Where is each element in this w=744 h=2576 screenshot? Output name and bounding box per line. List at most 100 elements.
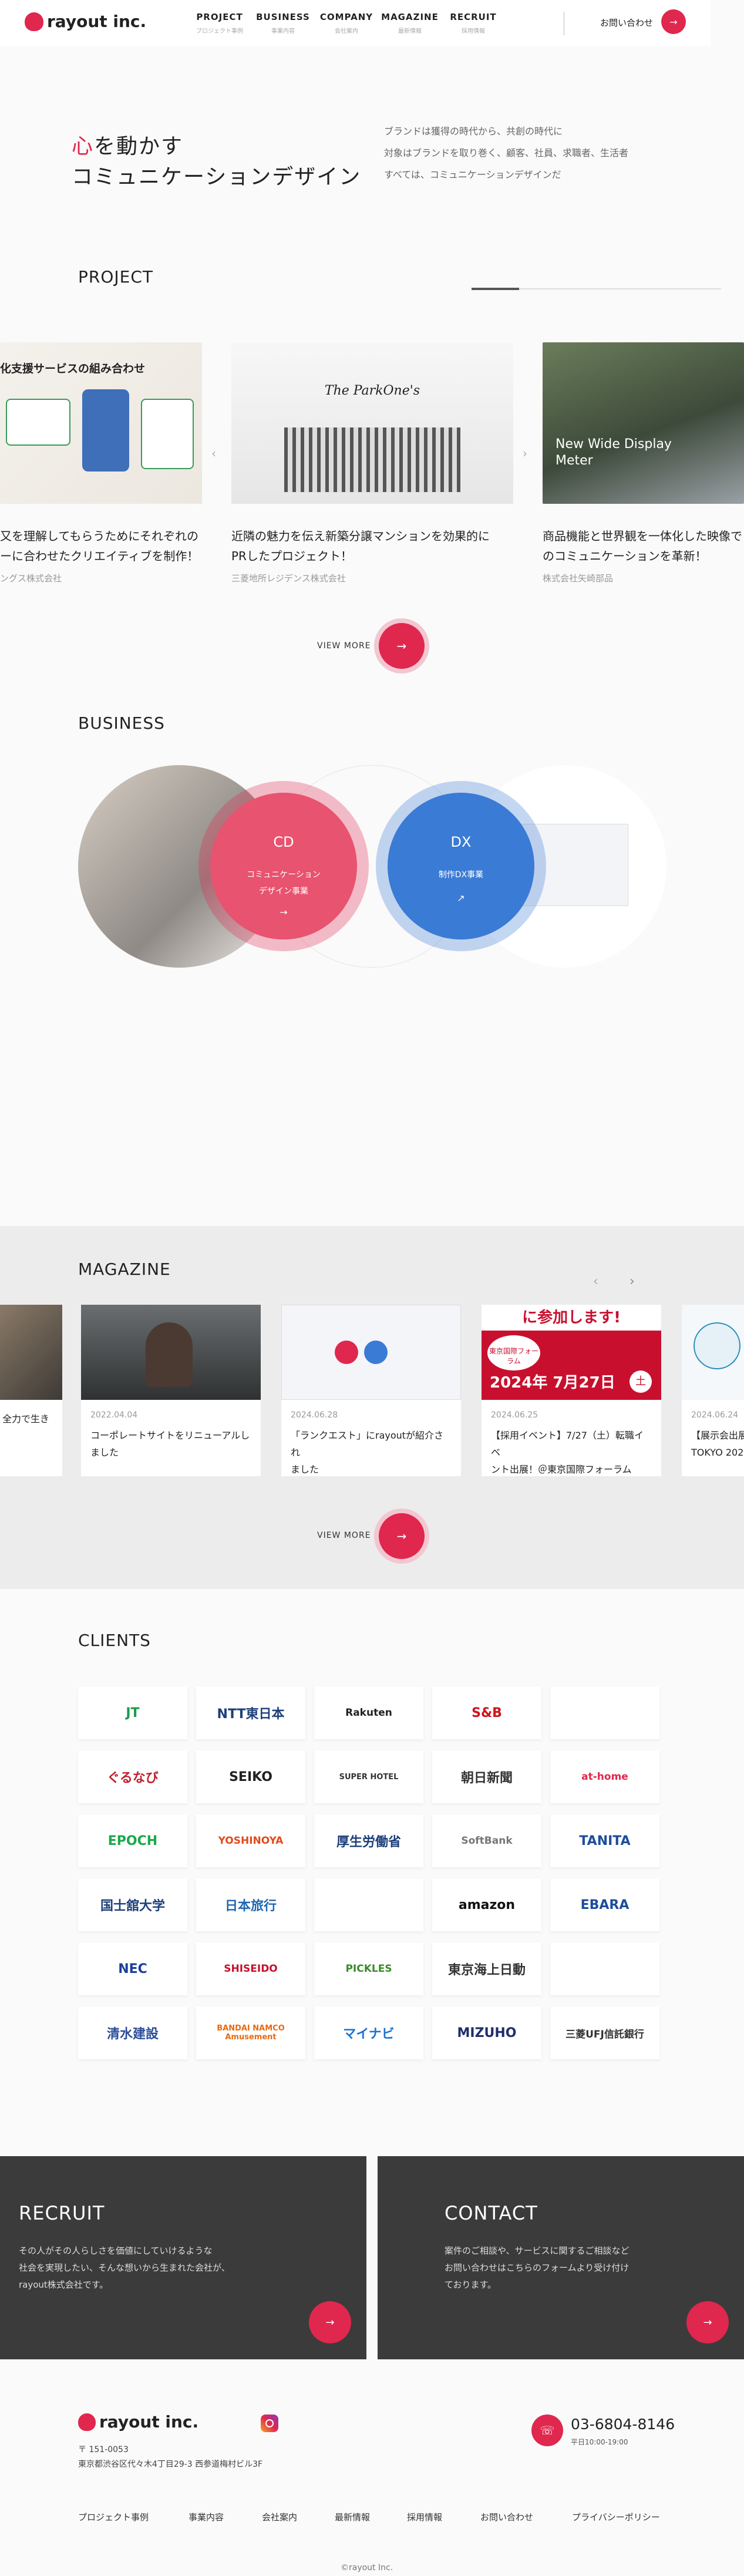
- magazine-card[interactable]: 全力で生き: [0, 1305, 62, 1476]
- instagram-icon[interactable]: [261, 2415, 278, 2432]
- nav-sublabel: 最新情報: [398, 28, 422, 35]
- title-line: コーポレートサイトをリニューアルし: [90, 1430, 250, 1441]
- header-contact-button[interactable]: →: [661, 9, 686, 34]
- external-link-icon: ↗: [457, 893, 465, 904]
- site-logo[interactable]: rayout inc.: [25, 12, 146, 31]
- client-logo: 朝日新聞: [432, 1750, 541, 1803]
- caption-line: 又を理解してもらうためにそれぞれの: [0, 529, 198, 543]
- title-line: ました: [291, 1464, 319, 1475]
- magazine-card[interactable]: に参加します! 東京国際フォーラム 2024年 7月27日 土 2024.06.…: [482, 1305, 661, 1476]
- client-logo: Rakuten: [314, 1686, 423, 1739]
- project-card[interactable]: The ParkOne's: [231, 342, 513, 504]
- project-caption: 近隣の魅力を伝え新築分譲マンションを効果的に PRしたプロジェクト！: [231, 526, 519, 566]
- nav-item-project[interactable]: PROJECT プロジェクト事例: [188, 12, 251, 35]
- client-logo: BANDAI NAMCO Amusement: [196, 2006, 305, 2059]
- nav-item-magazine[interactable]: MAGAZINE 最新情報: [378, 12, 442, 35]
- nav-label: COMPANY: [319, 12, 373, 22]
- magazine-next-arrow-icon[interactable]: ›: [629, 1274, 635, 1289]
- project-view-more-button[interactable]: →: [379, 623, 425, 669]
- next-slide-arrow-icon[interactable]: ›: [523, 446, 527, 460]
- recruit-arrow-button[interactable]: →: [309, 2301, 351, 2343]
- header-contact-link[interactable]: お問い合わせ: [600, 16, 653, 29]
- project-thumbnail: 化支援サービスの組み合わせ: [0, 342, 202, 504]
- footer-link[interactable]: お問い合わせ: [480, 2511, 533, 2523]
- recruit-title: RECRUIT: [19, 2202, 105, 2224]
- project-caption: 商品機能と世界観を一体化した映像で のコミュニケーションを革新！: [543, 526, 744, 566]
- footer-link[interactable]: 採用情報: [407, 2511, 442, 2523]
- dx-abbr: DX: [450, 834, 472, 850]
- client-logo: EPOCH: [78, 1814, 187, 1867]
- caption-line: 近隣の魅力を伝え新築分譲マンションを効果的に: [231, 529, 490, 543]
- event-banner-heading: に参加します!: [482, 1305, 661, 1331]
- prev-slide-arrow-icon[interactable]: ‹: [211, 446, 216, 460]
- contact-arrow-button[interactable]: →: [686, 2301, 729, 2343]
- footer-link[interactable]: 最新情報: [335, 2511, 370, 2523]
- recruit-panel[interactable]: RECRUIT その人がその人らしさを価値にしていけるような 社会を実現したい、そ…: [0, 2156, 366, 2359]
- project-view-more-label[interactable]: VIEW MORE: [317, 641, 371, 651]
- project-section-title: PROJECT: [78, 267, 153, 287]
- footer-zip: 〒 151-0053: [78, 2445, 129, 2454]
- cd-name: コミュニケーション デザイン事業: [210, 867, 357, 900]
- nav-sublabel: 会社案内: [335, 28, 358, 35]
- project-thumbnail: The ParkOne's: [231, 342, 513, 504]
- graphic-circle: [693, 1322, 740, 1369]
- footer-phone[interactable]: 03-6804-8146: [571, 2416, 675, 2433]
- magazine-thumbnail: [281, 1305, 461, 1400]
- client-logo: SEIKO: [196, 1750, 305, 1803]
- hero-heading-line1: 心を動かす: [72, 129, 183, 160]
- magazine-date: 2024.06.24: [691, 1410, 739, 1420]
- project-card[interactable]: 化支援サービスの組み合わせ: [0, 342, 202, 504]
- footer-link[interactable]: 事業内容: [188, 2511, 224, 2523]
- title-line: 「ランクエスト」にrayoutが紹介され: [291, 1430, 444, 1458]
- business-dx-button[interactable]: DX 制作DX事業 ↗: [388, 793, 534, 940]
- nav-item-company[interactable]: COMPANY 会社案内: [315, 12, 378, 35]
- footer-link[interactable]: プロジェクト事例: [78, 2511, 149, 2523]
- nav-label: RECRUIT: [450, 12, 497, 22]
- hero-description: ブランドは獲得の時代から、共創の時代に 対象はブランドを取り巻く、顧客、社員、求…: [384, 120, 713, 186]
- arrow-right-icon: →: [396, 1529, 407, 1543]
- title-line: 全力で生き: [2, 1413, 50, 1425]
- client-logo: 三菱UFJ信託銀行: [550, 2006, 659, 2059]
- project-card[interactable]: New Wide Display Meter: [543, 342, 744, 504]
- desc-line: rayout株式会社です。: [19, 2279, 109, 2290]
- event-date: 2024年 7月27日: [490, 1374, 615, 1392]
- nav-sublabel: プロジェクト事例: [196, 28, 243, 35]
- title-line: TOKYO 2024: [691, 1447, 744, 1458]
- magazine-card[interactable]: 2024.06.24 【展示会出展 TOKYO 2024: [682, 1305, 744, 1476]
- client-logo: at-home: [550, 1750, 659, 1803]
- client-logo: [314, 1878, 423, 1931]
- graphic-box: [141, 399, 194, 469]
- magazine-view-more-button[interactable]: →: [379, 1513, 425, 1559]
- magazine-prev-arrow-icon[interactable]: ‹: [593, 1274, 598, 1289]
- hero-heading-line2: コミュニケーションデザイン: [72, 165, 362, 189]
- business-cd-button[interactable]: CD コミュニケーション デザイン事業 →: [210, 793, 357, 940]
- contact-panel[interactable]: CONTACT 案件のご相談や、サービスに関するご相談など お問い合わせはこちらの…: [378, 2156, 744, 2359]
- building-image: [284, 427, 460, 492]
- project-client: 三菱地所レジデンス株式会社: [231, 573, 346, 584]
- nav-item-recruit[interactable]: RECRUIT 採用情報: [442, 12, 505, 35]
- business-section-title: BUSINESS: [78, 713, 165, 733]
- footer-link[interactable]: プライバシーポリシー: [572, 2511, 660, 2523]
- client-logo: JT: [78, 1686, 187, 1739]
- magazine-thumbnail: [81, 1305, 261, 1400]
- footer-hours: 平日10:00-19:00: [571, 2438, 628, 2446]
- cd-name-line: デザイン事業: [259, 887, 308, 896]
- client-logo: [550, 1942, 659, 1995]
- contact-description: 案件のご相談や、サービスに関するご相談など お問い合わせはこちらのフォームより受け…: [445, 2242, 629, 2294]
- magazine-thumbnail: に参加します! 東京国際フォーラム 2024年 7月27日 土: [482, 1305, 661, 1400]
- magazine-card[interactable]: 2024.06.28 「ランクエスト」にrayoutが紹介され ました: [281, 1305, 461, 1476]
- footer-link[interactable]: 会社案内: [262, 2511, 297, 2523]
- arrow-right-icon: →: [325, 2316, 335, 2329]
- client-logo: 日本旅行: [196, 1878, 305, 1931]
- arrow-right-icon: →: [396, 639, 407, 653]
- nav-item-business[interactable]: BUSINESS 事業内容: [251, 12, 315, 35]
- phone-button[interactable]: ☏: [531, 2415, 563, 2446]
- project-client: 株式会社矢崎部品: [543, 573, 614, 584]
- magazine-view-more-label[interactable]: VIEW MORE: [317, 1531, 371, 1540]
- client-logo: PICKLES: [314, 1942, 423, 1995]
- footer-logo[interactable]: rayout inc.: [78, 2412, 198, 2432]
- caption-line: のコミュニケーションを革新！: [543, 549, 707, 563]
- magazine-date: 2022.04.04: [90, 1410, 138, 1420]
- client-logo: [550, 1686, 659, 1739]
- magazine-card[interactable]: 2022.04.04 コーポレートサイトをリニューアルし ました: [81, 1305, 261, 1476]
